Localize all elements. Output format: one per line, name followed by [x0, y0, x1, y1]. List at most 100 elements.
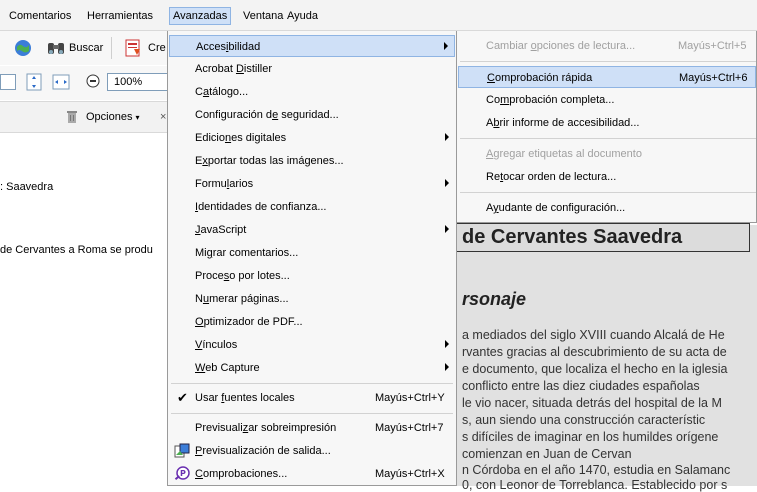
menu-item-label: JavaScript	[195, 224, 247, 236]
submenu-arrow-icon	[445, 340, 449, 348]
menu-item-label: Accesibilidad	[196, 41, 261, 53]
close-icon[interactable]: ×	[160, 111, 166, 123]
search-button[interactable]: Buscar	[69, 42, 103, 54]
submenu-item-agregar-etiquetas: Agregar etiquetas al documento	[458, 143, 756, 165]
submenu-item-label: Retocar orden de lectura...	[486, 171, 617, 183]
document-body-line: e documento, que localiza el hecho en la…	[462, 362, 728, 376]
menu-item-comprobaciones[interactable]: P Comprobaciones... Mayús+Ctrl+X	[169, 463, 455, 485]
submenu-item-shortcut: Mayús+Ctrl+6	[679, 72, 748, 84]
menu-item-ediciones-digitales[interactable]: Ediciones digitales	[169, 127, 455, 149]
menu-item-label: Web Capture	[195, 362, 260, 374]
document-body-line: s, aun siendo una construcción caracterí…	[462, 413, 706, 427]
menu-separator	[171, 383, 453, 384]
document-body-line: rvantes gracias al descubrimiento de su …	[462, 345, 727, 359]
menu-item-acrobat-distiller[interactable]: Acrobat Distiller	[169, 58, 455, 80]
document-body-line: n Córdoba en el año 1470, estudia en Sal…	[462, 463, 731, 477]
submenu-item-label: Ayudante de configuración...	[486, 202, 626, 214]
menu-item-label: Acrobat Distiller	[195, 63, 273, 75]
output-preview-icon	[174, 443, 190, 459]
menu-herramientas[interactable]: Herramientas	[84, 8, 156, 24]
menu-avanzadas[interactable]: Avanzadas	[169, 7, 232, 25]
submenu-item-label: Comprobación rápida	[487, 72, 593, 84]
menu-item-configuracion-seguridad[interactable]: Configuración de seguridad...	[169, 104, 455, 126]
menu-item-exportar-imagenes[interactable]: Exportar todas las imágenes...	[169, 150, 455, 172]
menu-item-web-capture[interactable]: Web Capture	[169, 357, 455, 379]
trash-icon[interactable]	[66, 110, 78, 124]
svg-text:P: P	[180, 469, 186, 478]
options-button[interactable]: Opciones ▾	[86, 111, 140, 123]
menu-separator	[171, 413, 453, 414]
document-body-line: 0, con Leonor de Torreblanca. Establecid…	[462, 478, 728, 492]
document-subtitle: rsonaje	[462, 289, 527, 309]
menu-item-label: Identidades de confianza...	[195, 201, 327, 213]
submenu-arrow-icon	[444, 42, 448, 50]
menu-item-migrar-comentarios[interactable]: Migrar comentarios...	[169, 242, 455, 264]
menu-separator	[460, 138, 756, 139]
submenu-item-label: Agregar etiquetas al documento	[486, 148, 642, 160]
menu-item-numerar-paginas[interactable]: Numerar páginas...	[169, 288, 455, 310]
submenu-item-comprobacion-rapida[interactable]: Comprobación rápida Mayús+Ctrl+6	[458, 66, 756, 88]
menu-item-label: Catálogo...	[195, 86, 249, 98]
document-body-line: conflicto entre las diez ciudades españo…	[462, 379, 700, 393]
menu-item-label: Previsualización de salida...	[195, 445, 331, 457]
create-button[interactable]: Cre	[148, 42, 166, 54]
menu-separator	[460, 192, 756, 193]
menu-item-formularios[interactable]: Formularios	[169, 173, 455, 195]
menu-item-label: Comprobaciones...	[195, 468, 288, 480]
document-body-line: le vio nacer, situada detrás del hospita…	[462, 396, 722, 410]
menu-ventana[interactable]: Ventana	[240, 8, 286, 24]
toolbar-main: Buscar Cre	[0, 31, 170, 65]
submenu-item-shortcut: Mayús+Ctrl+5	[678, 40, 747, 52]
menu-item-accesibilidad[interactable]: Accesibilidad	[169, 35, 455, 57]
menu-ayuda[interactable]: Ayuda	[284, 8, 321, 24]
submenu-item-label: Comprobación completa...	[486, 94, 615, 106]
zoom-out-icon[interactable]	[86, 74, 100, 88]
globe-icon[interactable]	[14, 39, 32, 57]
menu-item-previsualizar-sobreimpresion[interactable]: Previsualizar sobreimpresión Mayús+Ctrl+…	[169, 417, 455, 439]
zoom-field[interactable]: 100%	[107, 73, 170, 91]
menu-item-proceso-lotes[interactable]: Proceso por lotes...	[169, 265, 455, 287]
menu-item-label: Usar fuentes locales	[195, 392, 295, 404]
toolbar-view: 100%	[0, 66, 170, 100]
fit-height-icon[interactable]	[25, 73, 43, 91]
menu-comentarios[interactable]: Comentarios	[6, 8, 74, 24]
document-body-line: s difíciles de imaginar en los humildes …	[462, 430, 719, 444]
menu-item-optimizador-pdf[interactable]: Optimizador de PDF...	[169, 311, 455, 333]
doc-left-text-2: de Cervantes a Roma se produ	[0, 244, 153, 256]
submenu-item-retocar-orden[interactable]: Retocar orden de lectura...	[458, 166, 756, 188]
menu-separator	[460, 61, 756, 62]
menu-item-label: Proceso por lotes...	[195, 270, 290, 282]
submenu-item-comprobacion-completa[interactable]: Comprobación completa...	[458, 89, 756, 111]
chevron-down-icon: ▾	[135, 113, 140, 122]
fit-width-icon[interactable]	[52, 73, 70, 91]
submenu-item-label: Abrir informe de accesibilidad...	[486, 117, 640, 129]
menu-item-vinculos[interactable]: Vínculos	[169, 334, 455, 356]
menu-item-identidades-confianza[interactable]: Identidades de confianza...	[169, 196, 455, 218]
menu-item-shortcut: Mayús+Ctrl+X	[375, 468, 445, 480]
accessibility-submenu: Cambiar opciones de lectura... Mayús+Ctr…	[456, 31, 757, 223]
menu-item-javascript[interactable]: JavaScript	[169, 219, 455, 241]
submenu-item-label: Cambiar opciones de lectura...	[486, 40, 636, 52]
menu-item-previsualizacion-salida[interactable]: Previsualización de salida...	[169, 440, 455, 462]
menu-item-label: Vínculos	[195, 339, 238, 351]
create-pdf-icon[interactable]	[124, 39, 142, 57]
options-label: Opciones	[86, 111, 133, 123]
doc-left-text-1: : Saavedra	[0, 181, 54, 193]
submenu-item-abrir-informe[interactable]: Abrir informe de accesibilidad...	[458, 112, 756, 134]
page-view-button[interactable]	[0, 74, 16, 90]
document-body-line: comienzan en Juan de Cervan	[462, 447, 632, 461]
menu-bar: Comentarios Herramientas Avanzadas Venta…	[0, 0, 757, 31]
preflight-icon: P	[174, 466, 190, 482]
checkmark-icon: ✔	[177, 390, 188, 405]
menu-item-catalogo[interactable]: Catálogo...	[169, 81, 455, 103]
menu-item-label: Formularios	[195, 178, 254, 190]
menu-item-label: Previsualizar sobreimpresión	[195, 422, 337, 434]
menu-item-usar-fuentes-locales[interactable]: ✔ Usar fuentes locales Mayús+Ctrl+Y	[169, 387, 455, 409]
binoculars-icon[interactable]	[46, 39, 66, 57]
menu-item-label: Numerar páginas...	[195, 293, 289, 305]
document-toolbar: Opciones ▾ ×	[0, 101, 170, 133]
document-body-line: a mediados del siglo XVIII cuando Alcalá…	[462, 328, 725, 342]
menu-item-label: Optimizador de PDF...	[195, 316, 303, 328]
submenu-item-ayudante-configuracion[interactable]: Ayudante de configuración...	[458, 197, 756, 219]
menu-item-label: Exportar todas las imágenes...	[195, 155, 344, 167]
